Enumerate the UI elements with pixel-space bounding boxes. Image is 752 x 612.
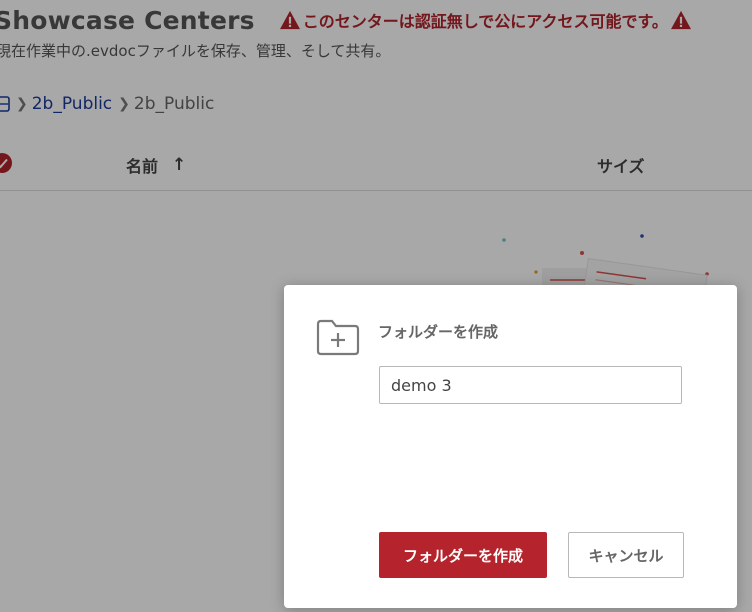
folder-name-input[interactable] (379, 366, 682, 404)
dialog-title: フォルダーを作成 (378, 323, 499, 341)
cancel-button[interactable]: キャンセル (568, 532, 684, 578)
create-folder-dialog: フォルダーを作成 フォルダーを作成 キャンセル (284, 285, 737, 608)
folder-add-icon (316, 319, 360, 356)
create-folder-button[interactable]: フォルダーを作成 (379, 532, 547, 578)
